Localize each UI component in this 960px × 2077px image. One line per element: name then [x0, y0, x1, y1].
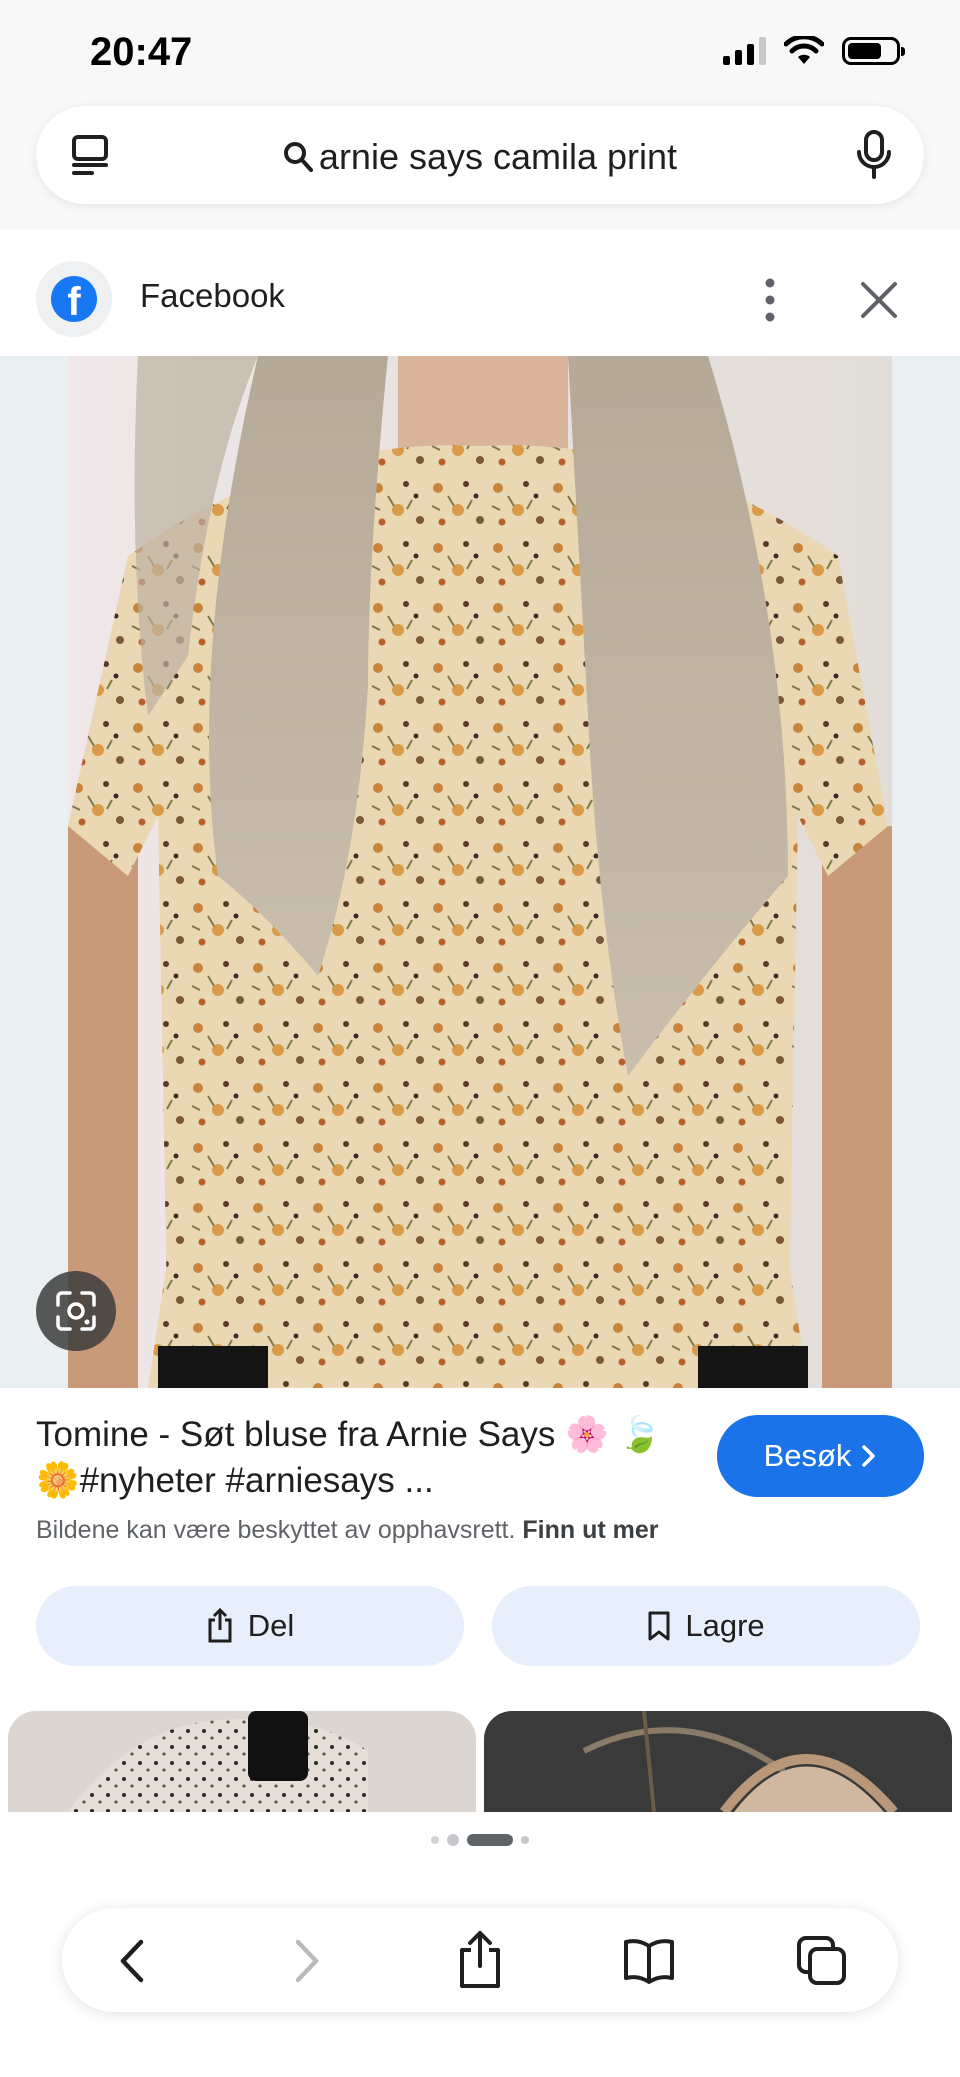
source-name[interactable]: Facebook — [140, 277, 285, 315]
result-title[interactable]: Tomine - Søt bluse fra Arnie Says 🌸 🍃🌼#n… — [36, 1412, 676, 1504]
share-button[interactable]: Del — [36, 1586, 464, 1666]
status-bar: 20:47 — [0, 0, 960, 100]
visit-button-label: Besøk — [763, 1438, 852, 1473]
pager-dot — [521, 1836, 529, 1844]
search-icon — [283, 142, 313, 172]
source-row: f Facebook — [0, 245, 960, 355]
result-info: Tomine - Søt bluse fra Arnie Says 🌸 🍃🌼#n… — [0, 1388, 960, 1708]
browser-toolbar — [62, 1908, 898, 2012]
battery-icon — [842, 37, 905, 65]
pager-dot-active — [467, 1834, 513, 1846]
share-button-label: Del — [247, 1608, 295, 1643]
save-button[interactable]: Lagre — [492, 1586, 920, 1666]
copyright-text: Bildene kan være beskyttet av opphavsret… — [36, 1516, 516, 1544]
lens-search-icon — [56, 1291, 96, 1331]
facebook-logo: f — [36, 261, 112, 337]
pager-dot — [447, 1834, 459, 1846]
image-preview-area — [0, 356, 960, 1388]
close-icon[interactable] — [858, 279, 900, 321]
search-bar[interactable]: arnie says camila print — [36, 106, 924, 204]
search-query[interactable]: arnie says camila print — [36, 136, 924, 178]
wifi-icon — [784, 36, 824, 64]
search-area: arnie says camila print — [0, 100, 960, 230]
search-query-text: arnie says camila print — [318, 136, 678, 177]
carousel-pager — [0, 1834, 960, 1846]
tabs-icon[interactable] — [795, 1934, 849, 1988]
result-image[interactable] — [68, 356, 892, 1388]
browser-toolbar-area — [0, 1860, 960, 2077]
share-icon[interactable] — [453, 1930, 507, 1990]
back-icon[interactable] — [107, 1934, 161, 1988]
related-image-thumbnail[interactable] — [8, 1711, 476, 1812]
related-image-thumbnail[interactable] — [484, 1711, 952, 1812]
learn-more-link[interactable]: Finn ut mer — [522, 1516, 658, 1544]
chevron-right-icon — [862, 1445, 876, 1467]
visit-button[interactable]: Besøk — [717, 1415, 924, 1497]
save-button-label: Lagre — [685, 1608, 765, 1643]
cellular-signal-icon — [723, 37, 766, 65]
bookmark-icon — [648, 1611, 670, 1641]
share-icon — [208, 1608, 232, 1643]
status-icons — [723, 36, 905, 66]
more-vertical-icon[interactable] — [752, 275, 788, 325]
pager-dot — [431, 1836, 439, 1844]
forward-icon[interactable] — [278, 1934, 332, 1988]
status-time: 20:47 — [90, 30, 193, 74]
bookmarks-book-icon[interactable] — [622, 1934, 676, 1988]
lens-search-button[interactable] — [36, 1271, 116, 1351]
microphone-icon[interactable] — [856, 130, 892, 180]
copyright-notice: Bildene kan være beskyttet av opphavsret… — [36, 1516, 659, 1545]
